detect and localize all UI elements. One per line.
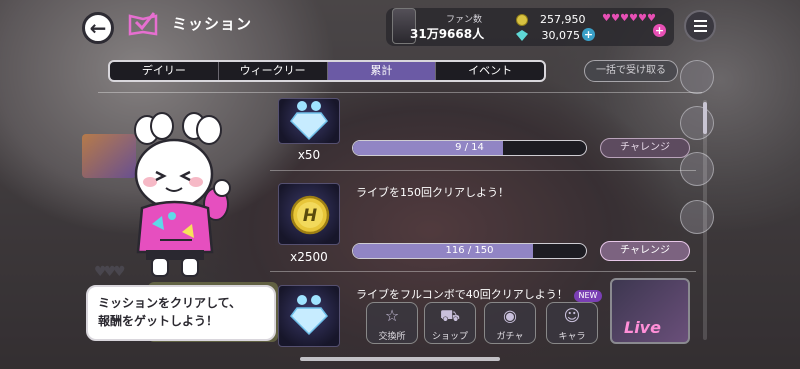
mission-progress-bar: 9 / 14 — [352, 140, 587, 156]
tip-bubble: ミッションをクリアして、 報酬をゲットしよう！ — [86, 285, 276, 341]
fans-label: ファン数 — [446, 15, 483, 25]
reward-quantity: x2500 — [290, 250, 328, 264]
tab-event[interactable]: イベント — [436, 62, 544, 80]
bulk-claim-button[interactable]: 一括で受け取る — [584, 60, 678, 82]
tab-daily[interactable]: デイリー — [110, 62, 219, 80]
tab-weekly[interactable]: ウィークリー — [219, 62, 328, 80]
stamina-hearts: ♥ ♥ ♥ ♥ ♥ ♥ — [602, 13, 656, 24]
exchange-icon: ☆ — [384, 306, 400, 325]
home-indicator[interactable] — [300, 357, 500, 361]
coin-icon: H — [290, 195, 330, 235]
reward-tile — [278, 285, 340, 347]
tip-line: 報酬をゲットしよう！ — [98, 314, 219, 328]
heart-icon: ♥ — [629, 13, 638, 24]
new-badge: NEW — [574, 290, 602, 302]
gems-value: 30,075 — [541, 29, 581, 42]
menu-line — [693, 20, 707, 22]
coin-icon — [516, 14, 528, 26]
add-gems-button[interactable]: + — [582, 28, 595, 41]
back-button[interactable]: ← — [82, 12, 114, 44]
side-notice-button[interactable] — [680, 60, 714, 94]
row-divider — [270, 271, 696, 272]
mission-progress-bar: 116 / 150 — [352, 243, 587, 259]
side-mission-button[interactable] — [680, 152, 714, 186]
mission-description: ライブを150回クリアしよう！ — [356, 186, 509, 199]
side-prepare-button[interactable] — [680, 200, 714, 234]
tab-cumulative[interactable]: 累計 — [327, 62, 437, 80]
add-stamina-button[interactable]: + — [653, 24, 666, 37]
reward-quantity: x50 — [297, 148, 321, 162]
gacha-icon: ◉ — [503, 306, 517, 325]
progress-text: 116 / 150 — [445, 245, 494, 256]
scrollbar-thumb[interactable] — [703, 102, 707, 134]
mission-tabs: デイリー ウィークリー 累計 イベント — [108, 60, 546, 82]
arrow-left-icon: ← — [89, 16, 107, 40]
reward-tile — [278, 98, 340, 144]
page-title: ミッション — [172, 15, 253, 33]
heart-icon: ♥ — [647, 13, 656, 24]
dock-label: キャラ — [558, 332, 586, 342]
list-divider — [98, 92, 702, 93]
tip-line: ミッションをクリアして、 — [98, 296, 242, 310]
challenge-button[interactable]: チャレンジ — [600, 138, 690, 158]
heart-icon: ♥ — [638, 13, 647, 24]
row-divider — [270, 170, 696, 171]
character-icon: ☺ — [563, 306, 581, 325]
coins-value: 257,950 — [540, 13, 586, 26]
side-present-button[interactable] — [680, 106, 714, 140]
live-label: Live — [624, 318, 661, 337]
heart-icon: ♥ — [611, 13, 620, 24]
scrollbar-track[interactable] — [703, 100, 707, 340]
challenge-button[interactable]: チャレンジ — [600, 241, 690, 261]
dock-label: ショップ — [431, 332, 468, 342]
svg-text:H: H — [303, 206, 317, 226]
mission-description: ライブをフルコンボで40回クリアしよう！ — [356, 288, 568, 301]
mission-book-icon — [128, 12, 158, 36]
reward-tile: H — [278, 183, 340, 245]
progress-text: 9 / 14 — [455, 142, 484, 153]
menu-line — [693, 30, 707, 32]
heart-icon: ♥ — [620, 13, 629, 24]
dock-label: 交換所 — [378, 332, 406, 342]
dock-label: ガチャ — [496, 332, 524, 342]
shop-icon: ⛟ — [439, 306, 461, 325]
decorative-hearts-icon: ♥♥♥ — [94, 264, 126, 280]
fans-value: 31万9668人 — [410, 27, 485, 41]
menu-line — [693, 25, 707, 27]
mascot-character — [134, 112, 231, 277]
main-menu-button[interactable] — [684, 10, 716, 42]
diamond-icon — [290, 101, 328, 141]
diamond-icon — [290, 295, 328, 336]
heart-icon: ♥ — [602, 13, 611, 24]
